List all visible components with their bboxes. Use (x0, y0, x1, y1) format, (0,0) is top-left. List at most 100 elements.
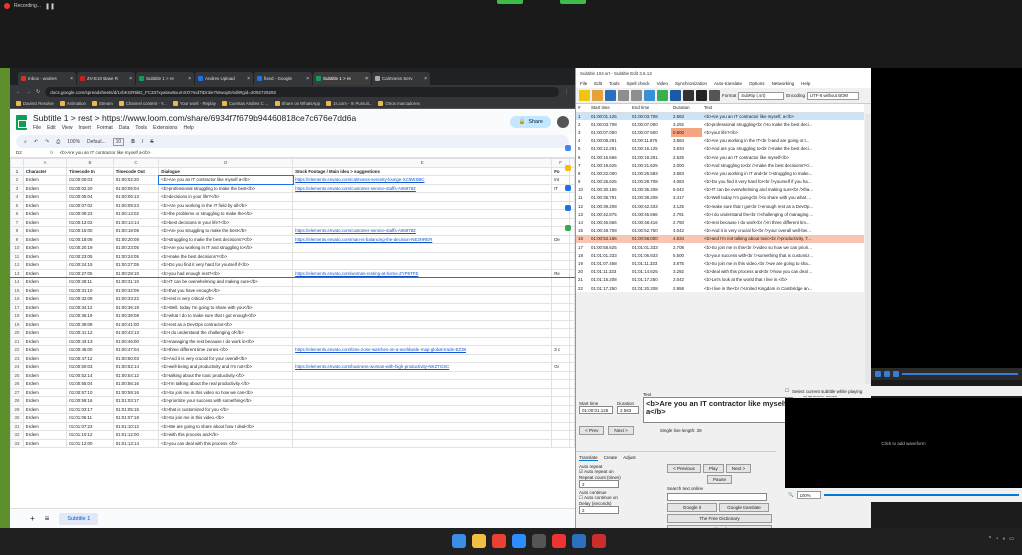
cell[interactable]: <b>rest as a DevOps contractor</b> (158, 319, 294, 329)
cell[interactable]: 01:00:27:05 (112, 260, 160, 270)
sheet-menu-item[interactable]: Data (119, 125, 130, 131)
fix-icon[interactable] (644, 90, 655, 101)
previous-button[interactable]: < Previous (667, 464, 701, 473)
keep-icon[interactable] (565, 165, 571, 171)
row-number[interactable]: 29 (10, 404, 24, 414)
cell[interactable] (292, 404, 553, 414)
row-number[interactable]: 20 (10, 328, 24, 338)
bookmark-item[interactable]: Stream (91, 101, 113, 106)
cell[interactable]: Erdem (22, 200, 68, 210)
select-current-checkbox[interactable]: ☐ (785, 388, 789, 394)
cell[interactable]: <b>that you have enough</b> (158, 285, 294, 295)
italic-icon[interactable]: I (142, 139, 143, 145)
video-icon[interactable] (709, 90, 720, 101)
column-header[interactable]: E (292, 158, 553, 168)
stop-icon[interactable] (884, 371, 890, 377)
cell[interactable]: 01:00:34:12 (66, 302, 114, 312)
cell[interactable]: 01:00:56:16 (112, 379, 160, 389)
cell[interactable]: Erdem (22, 345, 68, 355)
avatar[interactable] (557, 116, 569, 128)
column-header[interactable]: A (22, 158, 68, 168)
cell[interactable]: Erdem (22, 251, 68, 261)
row-number[interactable]: 17 (10, 302, 24, 312)
cell[interactable]: 01:00:28:10 (112, 268, 160, 278)
wifi-icon[interactable]: ◔ (995, 536, 998, 542)
cell[interactable]: 01:00:24:05 (112, 251, 160, 261)
lower-tab[interactable]: Adjust (623, 455, 636, 461)
cell[interactable]: 01:01:12:00 (66, 438, 114, 448)
row-number[interactable]: 15 (10, 285, 24, 295)
subtitle-row[interactable]: 9 01:00:25.625 01:00:29.708 4.083 <b>Do you … (576, 178, 864, 186)
cell[interactable] (292, 438, 553, 448)
url-input[interactable]: docs.google.com/spreadsheets/d/1vbKGR5kD… (45, 87, 559, 97)
row-number[interactable]: 2 (10, 175, 24, 185)
cell[interactable] (292, 294, 553, 304)
cell[interactable]: Erdem (22, 430, 68, 440)
subtitle-row[interactable]: 11 01:00:35.791 01:00:39.208 3.417 <b>Well t… (576, 194, 864, 202)
google-it-button[interactable]: Google it (667, 503, 717, 512)
cell[interactable]: Erdem (22, 438, 68, 448)
cell[interactable] (292, 260, 553, 270)
se-menu-item[interactable]: Spell check (627, 81, 650, 86)
meeting-control-2[interactable] (560, 0, 586, 4)
fullscreen-icon[interactable] (893, 371, 899, 377)
cell[interactable]: Erdem (22, 294, 68, 304)
cell[interactable]: Erdem (22, 277, 68, 287)
cell[interactable]: Erdem (22, 319, 68, 329)
duration-input[interactable]: 2.583 (617, 406, 639, 414)
subtitle-column-header[interactable]: Duration (671, 104, 702, 113)
cell[interactable]: 01:00:20:19 (66, 243, 114, 253)
se-menu-item[interactable]: Tools (609, 81, 620, 86)
cell[interactable]: <b>what I do to make sure that I got eno… (158, 311, 294, 321)
cell[interactable]: <b>best decisions in your life?</b> (158, 217, 294, 227)
tasks-icon[interactable] (565, 185, 571, 191)
app-icon[interactable] (592, 534, 606, 548)
cell[interactable]: 01:01:07:23 (66, 421, 114, 431)
subtitle-edit-icon[interactable] (572, 534, 586, 548)
cell[interactable]: <b>three different time zones.</b> (158, 345, 294, 355)
cell[interactable]: Erdem (22, 379, 68, 389)
cell[interactable]: 01:00:39:08 (112, 311, 160, 321)
cell[interactable]: 01:00:15:00 (66, 226, 114, 236)
row-number[interactable]: 7 (10, 217, 24, 227)
cell[interactable]: 01:00:36:19 (66, 311, 114, 321)
row-number[interactable]: 23 (10, 353, 24, 363)
extensions-icon[interactable]: ⋮ (564, 89, 569, 95)
row-number[interactable]: 27 (10, 387, 24, 397)
sheet-menu-item[interactable]: Tools (135, 125, 147, 131)
cell[interactable]: Erdem (22, 260, 68, 270)
cell[interactable]: <b>you can deal with this process </b> (158, 438, 294, 448)
browser-tab[interactable]: Subtitle 1 > re × (313, 72, 371, 85)
close-tab-icon[interactable]: × (365, 76, 368, 82)
cell[interactable]: 01:00:02:20 (112, 175, 160, 185)
search-text-input[interactable] (667, 493, 767, 501)
tray-chevron-icon[interactable]: ^ (989, 536, 991, 542)
bold-icon[interactable]: B (131, 139, 135, 145)
cell[interactable]: 01:00:41:00 (112, 319, 160, 329)
subtitle-row[interactable]: 3 01:00:07.000 01:00:07.500 0.500 <b>your li… (576, 128, 864, 137)
subtitle-column-header[interactable]: End time (630, 104, 671, 113)
row-number[interactable]: 5 (10, 200, 24, 210)
cell[interactable]: 01:00:00:03 (66, 175, 114, 185)
zoom-select[interactable]: 100% (796, 491, 821, 499)
sheet-menu-item[interactable]: File (33, 125, 41, 131)
back-icon[interactable]: ← (16, 89, 21, 95)
cell[interactable] (292, 243, 553, 253)
subtitle-row[interactable]: 12 01:00:39.208 01:00:42.333 3.125 <b>make s… (576, 202, 864, 210)
subtitle-row[interactable]: 16 01:00:53.166 01:00:58.000 4.834 <b>and I'… (576, 234, 864, 243)
print-icon[interactable]: ⎙ (56, 139, 60, 145)
cell[interactable] (292, 302, 553, 312)
cell[interactable]: <b>that is customized for you </b> (158, 404, 294, 414)
row-number[interactable]: 16 (10, 294, 24, 304)
row-number[interactable]: 18 (10, 311, 24, 321)
chrome-icon[interactable] (492, 534, 506, 548)
cell[interactable]: <b>struggling to make the best decisions… (158, 234, 294, 244)
cell[interactable]: <b>IT can be overwhelming and making sur… (158, 277, 294, 287)
cell[interactable]: 01:00:06:13 (112, 192, 160, 202)
volume-icon[interactable]: ◖ (1002, 536, 1005, 542)
sheet-menu-item[interactable]: View (62, 125, 73, 131)
se-menu-item[interactable]: File (580, 81, 587, 86)
formula-input[interactable]: <b>Are you an IT contractor like myself … (60, 150, 151, 155)
cell[interactable]: <b>decisions in your life?</b> (158, 192, 294, 202)
cell[interactable] (569, 430, 575, 440)
